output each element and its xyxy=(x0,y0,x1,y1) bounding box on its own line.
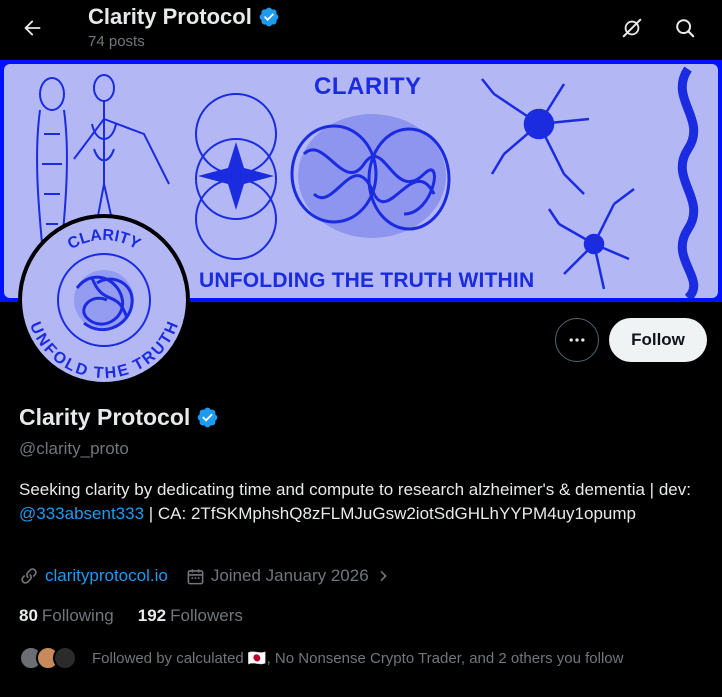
follower-avatars xyxy=(19,646,77,670)
followed-by-text: Followed by calculated 🇯🇵, No Nonsense C… xyxy=(92,650,624,667)
link-icon xyxy=(21,568,37,584)
profile-meta: clarityprotocol.io Joined January 2026 xyxy=(19,566,391,586)
verified-badge-icon xyxy=(259,7,279,27)
banner-brand-text: CLARITY xyxy=(314,73,422,100)
header-title-block: Clarity Protocol 74 posts xyxy=(88,4,280,50)
svg-text:CLARITY: CLARITY xyxy=(65,227,143,253)
avatar-image: CLARITY UNFOLD THE TRUTH xyxy=(22,218,186,382)
arrow-left-icon xyxy=(24,20,41,36)
more-options-button[interactable] xyxy=(555,318,599,362)
search-button[interactable] xyxy=(667,10,703,46)
followers-count-link[interactable]: 192 Followers xyxy=(138,606,243,626)
chevron-right-icon[interactable] xyxy=(375,568,391,584)
profile-avatar[interactable]: CLARITY UNFOLD THE TRUTH xyxy=(18,214,190,386)
bio-mention-link[interactable]: @333absent333 xyxy=(19,504,144,523)
website-item[interactable]: clarityprotocol.io xyxy=(19,566,168,586)
more-horizontal-icon xyxy=(569,338,585,342)
bio-text-contract: | CA: 2TfSKMphshQ8zFLMJuGsw2iotSdGHLhYYP… xyxy=(144,503,636,523)
followed-by-row[interactable]: Followed by calculated 🇯🇵, No Nonsense C… xyxy=(19,646,623,670)
post-count: 74 posts xyxy=(88,33,145,50)
following-count: 80 xyxy=(19,606,38,625)
joined-item: Joined January 2026 xyxy=(186,566,391,586)
avatar-top-text: CLARITY xyxy=(65,227,143,253)
following-count-link[interactable]: 80 Following xyxy=(19,606,114,626)
profile-bio: Seeking clarity by dedicating time and c… xyxy=(19,478,699,525)
search-icon xyxy=(676,19,695,38)
profile-handle: @clarity_proto xyxy=(19,439,129,458)
joined-date: Joined January 2026 xyxy=(210,566,369,585)
banner-tagline: UNFOLDING THE TRUTH WITHIN xyxy=(199,269,535,292)
verified-badge-icon xyxy=(197,407,218,428)
followers-label: Followers xyxy=(170,606,243,625)
profile-name: Clarity Protocol xyxy=(19,404,191,430)
grok-button[interactable] xyxy=(614,10,650,46)
back-button[interactable] xyxy=(14,10,50,46)
followers-count: 192 xyxy=(137,606,167,625)
following-label: Following xyxy=(41,606,114,625)
calendar-icon xyxy=(187,568,204,584)
website-link[interactable]: clarityprotocol.io xyxy=(45,566,168,586)
header-title: Clarity Protocol xyxy=(88,4,252,29)
profile-header-bar: Clarity Protocol 74 posts xyxy=(0,0,722,60)
follow-counts: 80 Following 192 Followers xyxy=(19,606,243,626)
avatar xyxy=(53,646,77,670)
bio-text: Seeking clarity by dedicating time and c… xyxy=(19,480,691,499)
grok-icon xyxy=(622,18,642,38)
profile-name-row: Clarity Protocol xyxy=(19,404,219,431)
avatar-logo: CLARITY UNFOLD THE TRUTH xyxy=(26,227,182,382)
follow-button[interactable]: Follow xyxy=(609,318,707,362)
